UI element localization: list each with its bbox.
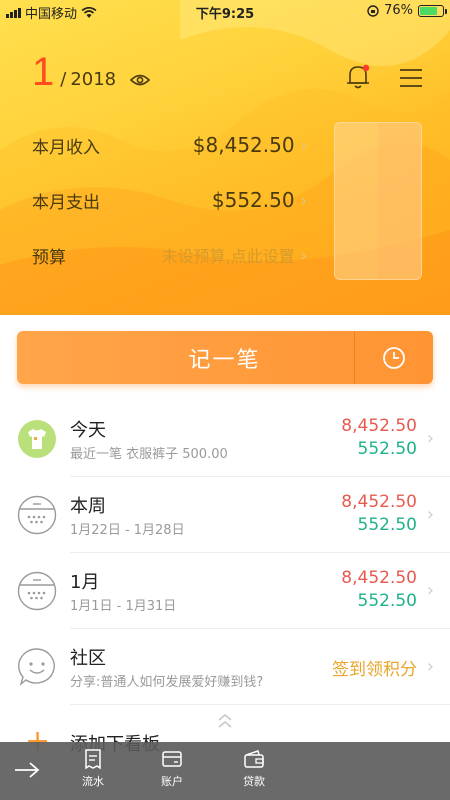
income-row[interactable]: 本月收入 $8,452.50 › <box>32 130 307 160</box>
chevron-right-icon: › <box>300 190 307 210</box>
chevron-right-icon: › <box>426 656 434 677</box>
row-subtitle: 1月1日 - 1月31日 <box>70 599 177 614</box>
list-item-community[interactable]: 社区 分享:普通人如何发展爱好赚到钱? 签到领积分 › <box>0 629 450 705</box>
rotation-lock-icon <box>367 4 379 17</box>
expense-amount: 552.50 <box>357 439 417 459</box>
date-separator: / <box>60 69 67 90</box>
tab-loan-label: 贷款 <box>243 775 265 788</box>
budget-card-placeholder[interactable] <box>334 122 422 280</box>
receipt-icon <box>85 749 101 770</box>
clock-icon <box>383 346 405 369</box>
budget-row[interactable]: 预算 未设预算,点此设置 › <box>32 240 307 270</box>
chevron-right-icon: › <box>426 504 434 525</box>
bell-icon[interactable] <box>345 62 371 90</box>
chevron-right-icon: › <box>426 428 434 449</box>
clothing-icon <box>18 420 56 458</box>
bottom-tab-bar: 流水 账户 贷款 <box>0 742 450 800</box>
eye-icon[interactable] <box>130 73 151 87</box>
checkin-points-link[interactable]: 签到领积分 <box>332 655 417 680</box>
income-amount: 8,452.50 <box>341 568 417 588</box>
row-subtitle: 最近一笔 衣服裤子 500.00 <box>70 447 228 462</box>
status-bar: 中国移动 下午9:25 76% <box>0 0 450 22</box>
header-banner: 中国移动 下午9:25 76% 1 / 2018 本月收入 $8,452.50 … <box>0 0 450 315</box>
row-title: 今天 <box>70 420 106 441</box>
income-value: $8,452.50 <box>192 133 295 157</box>
card-icon <box>162 751 182 767</box>
row-subtitle: 分享:普通人如何发展爱好赚到钱? <box>70 675 264 690</box>
row-title: 本周 <box>70 496 106 517</box>
tab-account-label: 账户 <box>161 775 183 788</box>
tab-flow-label: 流水 <box>82 775 104 788</box>
main-content: 记一笔 今天 最近一笔 衣服裤子 500.00 8,452.50 552.50 … <box>0 315 450 800</box>
record-button[interactable]: 记一笔 <box>17 331 433 384</box>
battery-icon <box>418 4 447 17</box>
row-subtitle: 1月22日 - 1月28日 <box>70 523 185 538</box>
tab-flow[interactable]: 流水 <box>63 748 123 789</box>
income-label: 本月收入 <box>32 137 100 158</box>
chevron-right-icon: › <box>300 135 307 155</box>
expense-amount: 552.50 <box>357 515 417 535</box>
calendar-month-icon <box>17 571 57 611</box>
history-button[interactable] <box>355 346 433 370</box>
budget-hint: 未设预算,点此设置 <box>161 247 295 266</box>
wallet-icon <box>244 750 264 768</box>
battery-percent: 76% <box>384 3 413 18</box>
list-item-today[interactable]: 今天 最近一笔 衣服裤子 500.00 8,452.50 552.50 › <box>0 401 450 477</box>
expense-label: 本月支出 <box>32 192 100 213</box>
row-title: 社区 <box>70 648 106 669</box>
tab-account[interactable]: 账户 <box>142 748 202 789</box>
row-title: 1月 <box>70 572 100 593</box>
month-selector[interactable]: 1 / 2018 <box>32 50 151 95</box>
record-button-label: 记一笔 <box>188 347 261 373</box>
list-item-week[interactable]: 本周 1月22日 - 1月28日 8,452.50 552.50 › <box>0 477 450 553</box>
tab-loan[interactable]: 贷款 <box>224 748 284 789</box>
chevron-right-icon: › <box>300 245 307 265</box>
chevron-right-icon: › <box>426 580 434 601</box>
income-amount: 8,452.50 <box>341 492 417 512</box>
income-amount: 8,452.50 <box>341 416 417 436</box>
smiley-chat-icon <box>18 648 55 686</box>
list-item-month[interactable]: 1月 1月1日 - 1月31日 8,452.50 552.50 › <box>0 553 450 629</box>
expense-amount: 552.50 <box>357 591 417 611</box>
arrow-right-icon[interactable] <box>14 760 40 780</box>
calendar-week-icon <box>17 495 57 535</box>
budget-label: 预算 <box>32 247 66 268</box>
notification-dot <box>362 64 370 72</box>
expense-row[interactable]: 本月支出 $552.50 › <box>32 185 307 215</box>
expense-value: $552.50 <box>211 188 295 212</box>
month-number: 1 <box>32 50 55 94</box>
year-label: 2018 <box>70 69 117 90</box>
double-chevron-up-icon[interactable] <box>216 712 234 730</box>
menu-icon[interactable] <box>399 68 423 88</box>
